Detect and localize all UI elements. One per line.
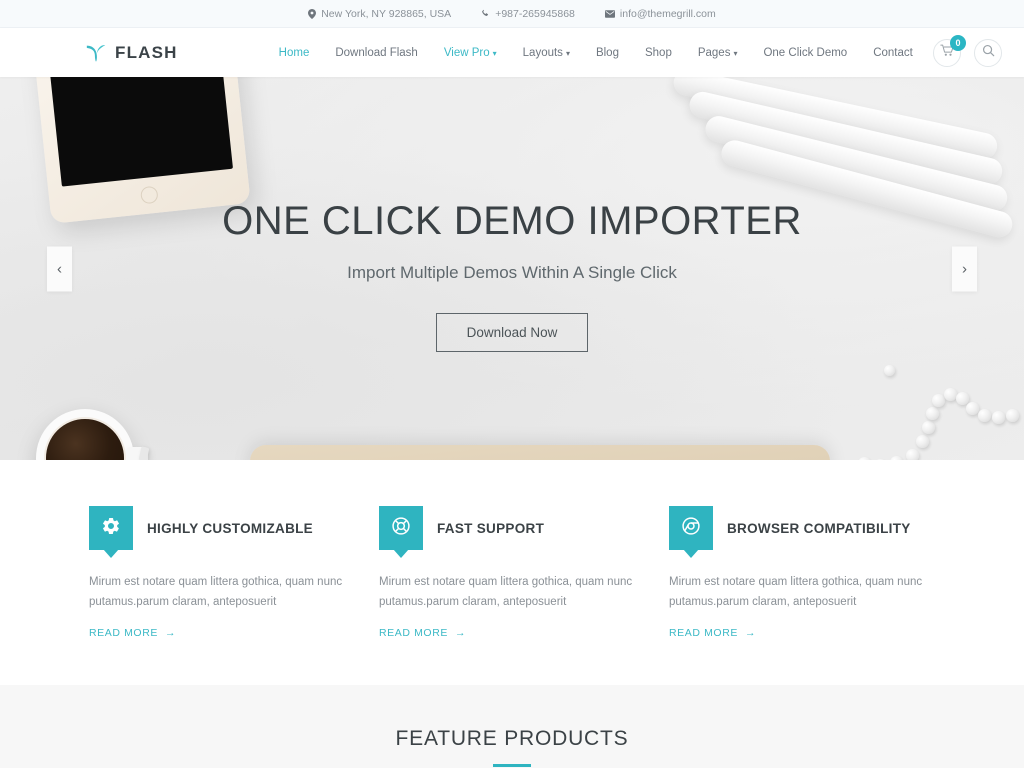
- site-header: FLASH Home Download Flash View Pro ▾ Lay…: [0, 28, 1024, 77]
- slider-prev-button[interactable]: ‹: [47, 246, 72, 291]
- hero-download-button[interactable]: Download Now: [435, 313, 589, 352]
- feature-products-section: FEATURE PRODUCTS Collaboratively adminis…: [0, 685, 1024, 768]
- hero-content: ONE CLICK DEMO IMPORTER Import Multiple …: [0, 77, 1024, 352]
- nav-item-label: Blog: [595, 46, 619, 59]
- hero-subtitle: Import Multiple Demos Within A Single Cl…: [347, 263, 677, 282]
- nav-item-shop[interactable]: Shop: [632, 47, 685, 59]
- feature-card-fast-support: FAST SUPPORT Mirum est notare quam litte…: [367, 506, 657, 641]
- feature-title: FAST SUPPORT: [437, 520, 545, 536]
- bird-logo-icon: [85, 42, 107, 64]
- topbar-address-text: New York, NY 928865, USA: [321, 7, 452, 20]
- feature-card-browser-compatibility: BROWSER COMPATIBILITY Mirum est notare q…: [657, 506, 947, 641]
- chevron-left-icon: ‹: [57, 260, 62, 277]
- topbar-email-text: info@themegrill.com: [619, 7, 716, 20]
- feature-header: HIGHLY CUSTOMIZABLE: [89, 506, 355, 550]
- feature-products-title: FEATURE PRODUCTS: [395, 727, 629, 751]
- cart-count-badge: 0: [950, 34, 966, 51]
- nav-item-label: Contact: [873, 46, 913, 59]
- nav-item-label: Layouts: [522, 46, 563, 59]
- arrow-right-icon: →: [165, 627, 177, 640]
- nav-item-one-click-demo[interactable]: One Click Demo: [750, 47, 860, 59]
- envelope-icon: [604, 9, 615, 18]
- arrow-right-icon: →: [745, 627, 757, 640]
- feature-read-more-label: READ MORE: [669, 627, 738, 640]
- search-icon: [982, 44, 995, 62]
- chevron-down-icon: ▾: [492, 48, 497, 58]
- hero-title: ONE CLICK DEMO IMPORTER: [222, 199, 802, 243]
- feature-read-more-link[interactable]: READ MORE →: [379, 627, 466, 639]
- feature-read-more-label: READ MORE: [89, 627, 158, 640]
- feature-header: FAST SUPPORT: [379, 506, 645, 550]
- feature-read-more-label: READ MORE: [379, 627, 448, 640]
- nav-item-layouts[interactable]: Layouts ▾: [510, 47, 583, 59]
- decorative-notebook: [250, 445, 830, 460]
- feature-icon-badge: [89, 506, 133, 550]
- nav-item-download-flash[interactable]: Download Flash: [322, 47, 430, 59]
- header-actions: 0: [933, 34, 1002, 67]
- cart-button[interactable]: 0: [933, 34, 966, 67]
- feature-icon-badge: [669, 506, 713, 550]
- feature-description: Mirum est notare quam littera gothica, q…: [379, 576, 633, 609]
- topbar-address: New York, NY 928865, USA: [308, 8, 451, 20]
- nav-item-contact[interactable]: Contact: [860, 47, 926, 59]
- slider-next-button[interactable]: ›: [952, 246, 977, 291]
- decorative-coffee-cup: [36, 409, 148, 460]
- map-marker-icon: [308, 8, 317, 19]
- nav-item-label: Home: [278, 46, 310, 59]
- coffee-liquid: [44, 417, 126, 460]
- hero-slider: ‹ › ONE CLICK DEMO IMPORTER Import Multi…: [0, 77, 1024, 460]
- chevron-right-icon: ›: [962, 260, 967, 277]
- nav-item-home[interactable]: Home: [266, 47, 323, 59]
- site-logo[interactable]: FLASH: [85, 42, 178, 64]
- nav-item-view-pro[interactable]: View Pro ▾: [431, 47, 510, 59]
- nav-item-label: Shop: [644, 46, 672, 59]
- arrow-right-icon: →: [455, 627, 467, 640]
- nav-item-pages[interactable]: Pages ▾: [685, 47, 751, 59]
- topbar-phone[interactable]: +987-265945868: [481, 8, 575, 20]
- phone-icon: [481, 9, 490, 18]
- feature-header: BROWSER COMPATIBILITY: [669, 506, 935, 550]
- feature-title: BROWSER COMPATIBILITY: [727, 520, 911, 536]
- topbar-phone-text: +987-265945868: [495, 7, 575, 20]
- search-button[interactable]: [974, 38, 1002, 67]
- gear-icon: [101, 516, 121, 541]
- feature-description: Mirum est notare quam littera gothica, q…: [669, 576, 923, 609]
- nav-item-blog[interactable]: Blog: [583, 47, 632, 59]
- feature-read-more-link[interactable]: READ MORE →: [669, 627, 756, 639]
- chevron-down-icon: ▾: [733, 48, 738, 58]
- nav-item-label: Download Flash: [335, 46, 418, 59]
- feature-card-highly-customizable: HIGHLY CUSTOMIZABLE Mirum est notare qua…: [77, 506, 367, 641]
- main-navigation: Home Download Flash View Pro ▾ Layouts ▾…: [266, 47, 926, 59]
- topbar-email[interactable]: info@themegrill.com: [604, 7, 716, 20]
- feature-read-more-link[interactable]: READ MORE →: [89, 627, 176, 639]
- features-section: HIGHLY CUSTOMIZABLE Mirum est notare qua…: [0, 460, 1024, 686]
- feature-title: HIGHLY CUSTOMIZABLE: [147, 520, 313, 536]
- nav-item-label: Pages: [697, 46, 731, 59]
- feature-icon-badge: [379, 506, 423, 550]
- nav-item-label: View Pro: [443, 46, 490, 59]
- chrome-browser-icon: [681, 516, 701, 541]
- section-divider: [493, 764, 531, 767]
- topbar: New York, NY 928865, USA +987-265945868 …: [0, 0, 1024, 28]
- nav-item-label: One Click Demo: [763, 46, 848, 59]
- chevron-down-icon: ▾: [565, 48, 570, 58]
- life-ring-icon: [391, 516, 411, 541]
- logo-text: FLASH: [115, 42, 178, 62]
- feature-description: Mirum est notare quam littera gothica, q…: [89, 576, 343, 609]
